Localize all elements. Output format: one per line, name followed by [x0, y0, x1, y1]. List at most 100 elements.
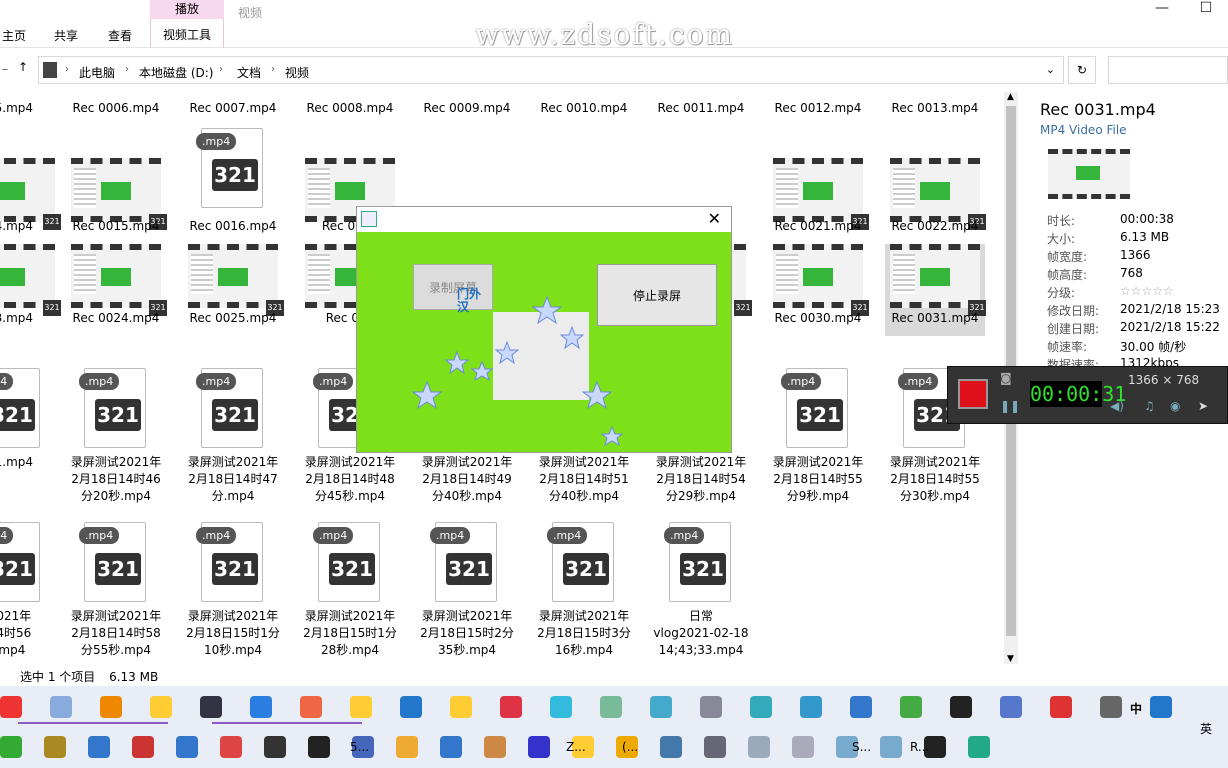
- ime-indicator[interactable]: 英: [1200, 720, 1212, 737]
- file-item[interactable]: 32123.mp4: [0, 244, 61, 336]
- taskbar-app-icon[interactable]: [350, 696, 372, 718]
- taskbar-app-icon[interactable]: [100, 696, 122, 718]
- tab-view[interactable]: 查看: [108, 27, 132, 44]
- taskbar-window-icon[interactable]: [440, 736, 462, 758]
- file-item[interactable]: .mp4 321 录屏测试2021年 2月18日15时1分 10秒.mp4: [183, 518, 283, 658]
- taskbar-window-label[interactable]: 5...: [350, 740, 369, 754]
- file-item[interactable]: Rec 0010.mp4: [534, 88, 634, 115]
- file-item[interactable]: Rec 0009.mp4: [417, 88, 517, 115]
- taskbar-window-label[interactable]: Z...: [566, 740, 586, 754]
- file-item[interactable]: Rec 0007.mp4: [183, 88, 283, 115]
- file-item[interactable]: 321 Rec 0021.mp4: [768, 124, 869, 236]
- file-item[interactable]: .mp4 321 日常 vlog2021-02-18 14;43;33.mp4: [651, 518, 751, 658]
- file-item[interactable]: .mp4 321 41.mp4: [0, 364, 60, 504]
- taskbar-app-icon[interactable]: [0, 696, 22, 718]
- taskbar-app-icon[interactable]: [850, 696, 872, 718]
- record-stop-button[interactable]: [958, 379, 988, 409]
- file-item[interactable]: Rec 0013.mp4: [885, 88, 985, 115]
- file-item[interactable]: .mp4 321 录屏测试2021年 2月18日15时2分 35秒.mp4: [417, 518, 517, 658]
- taskbar-window-icon[interactable]: [704, 736, 726, 758]
- file-item[interactable]: 321 Rec 0015.mp4: [66, 124, 167, 236]
- tab-video-tools[interactable]: 视频工具: [150, 19, 224, 48]
- taskbar-app-icon[interactable]: [500, 696, 522, 718]
- taskbar-app-icon[interactable]: [150, 696, 172, 718]
- webcam-icon[interactable]: ◉: [1170, 399, 1180, 413]
- taskbar-window-icon[interactable]: [396, 736, 418, 758]
- pause-icon[interactable]: ❚❚: [1000, 399, 1020, 413]
- up-icon[interactable]: ↑: [18, 60, 28, 74]
- tab-share[interactable]: 共享: [54, 27, 78, 44]
- property-value[interactable]: ☆☆☆☆☆: [1120, 284, 1174, 298]
- taskbar-app-icon[interactable]: [250, 696, 272, 718]
- taskbar-app-icon[interactable]: [1050, 696, 1072, 718]
- file-item[interactable]: 05.mp4: [0, 88, 60, 115]
- file-item[interactable]: 321 Rec 0031.mp4: [885, 244, 986, 336]
- scroll-up-icon[interactable]: ▲: [1007, 92, 1014, 102]
- file-item[interactable]: Rec 0012.mp4: [768, 88, 868, 115]
- minimize-icon[interactable]: —: [1140, 0, 1184, 16]
- taskbar-app-icon[interactable]: [600, 696, 622, 718]
- file-item[interactable]: 321 Rec 0025.mp4: [183, 244, 284, 336]
- close-icon[interactable]: ✕: [708, 209, 721, 228]
- taskbar-window-icon[interactable]: [44, 736, 66, 758]
- cursor-icon[interactable]: ➤: [1198, 399, 1208, 413]
- maximize-icon[interactable]: ☐: [1184, 0, 1228, 16]
- taskbar-app-icon[interactable]: [1150, 696, 1172, 718]
- crumb-drive-d[interactable]: 本地磁盘 (D:): [139, 64, 213, 81]
- taskbar-window-icon[interactable]: [308, 736, 330, 758]
- taskbar-window-icon[interactable]: [88, 736, 110, 758]
- file-item[interactable]: .mp4 321 Rec 0016.mp4: [183, 124, 283, 236]
- address-field[interactable]: › 此电脑 › 本地磁盘 (D:) › 文档 › 视频 ⌄: [38, 56, 1064, 84]
- language-indicator[interactable]: 中: [1130, 700, 1142, 717]
- crumb-documents[interactable]: 文档: [237, 64, 261, 81]
- file-item[interactable]: Rec 0011.mp4: [651, 88, 751, 115]
- taskbar-app-icon[interactable]: [650, 696, 672, 718]
- camera-icon[interactable]: ◙: [1000, 371, 1012, 385]
- crumb-this-pc[interactable]: 此电脑: [79, 64, 115, 81]
- tab-home[interactable]: 主页: [2, 27, 26, 44]
- file-item[interactable]: .mp4 321 录屏测试2021年 2月18日14时46 分20秒.mp4: [66, 364, 166, 504]
- scroll-down-icon[interactable]: ▼: [1007, 654, 1014, 664]
- taskbar-app-icon[interactable]: [300, 696, 322, 718]
- file-item[interactable]: .mp4 321 录屏测试2021年 2月18日14时47 分.mp4: [183, 364, 283, 504]
- taskbar-window-icon[interactable]: [132, 736, 154, 758]
- taskbar-app-icon[interactable]: [700, 696, 722, 718]
- refresh-icon[interactable]: ↻: [1068, 56, 1096, 84]
- taskbar-window-icon[interactable]: [484, 736, 506, 758]
- taskbar-app-icon[interactable]: [400, 696, 422, 718]
- taskbar-window-icon[interactable]: [660, 736, 682, 758]
- file-item[interactable]: Rec 0008.mp4: [300, 88, 400, 115]
- back-icon[interactable]: –: [2, 62, 8, 76]
- taskbar-window-icon[interactable]: [264, 736, 286, 758]
- taskbar-app-icon[interactable]: [550, 696, 572, 718]
- taskbar-window-icon[interactable]: [968, 736, 990, 758]
- file-item[interactable]: 321 Rec 0024.mp4: [66, 244, 167, 336]
- file-item[interactable]: .mp4 321 录屏测试2021年 2月18日15时1分 28秒.mp4: [300, 518, 400, 658]
- taskbar-window-icon[interactable]: [176, 736, 198, 758]
- file-item[interactable]: Rec 0006.mp4: [66, 88, 166, 115]
- file-item[interactable]: .mp4 321 2021年 14时56 .mp4: [0, 518, 60, 658]
- taskbar-window-label[interactable]: (...: [622, 740, 638, 754]
- taskbar-window-icon[interactable]: [792, 736, 814, 758]
- taskbar-window-icon[interactable]: [880, 736, 902, 758]
- taskbar-app-icon[interactable]: [1000, 696, 1022, 718]
- taskbar-window-label[interactable]: R...: [910, 740, 929, 754]
- speaker-icon[interactable]: ◀): [1110, 399, 1124, 413]
- taskbar-window-icon[interactable]: [528, 736, 550, 758]
- file-item[interactable]: .mp4 321 录屏测试2021年 2月18日15时3分 16秒.mp4: [534, 518, 634, 658]
- taskbar-app-icon[interactable]: [50, 696, 72, 718]
- taskbar-window-icon[interactable]: [220, 736, 242, 758]
- taskbar-window-icon[interactable]: [0, 736, 22, 758]
- taskbar-window-icon[interactable]: [748, 736, 770, 758]
- file-item[interactable]: .mp4 321 录屏测试2021年 2月18日14时55 分9秒.mp4: [768, 364, 868, 504]
- file-item[interactable]: .mp4 321 录屏测试2021年 2月18日14时58 分55秒.mp4: [66, 518, 166, 658]
- taskbar-app-icon[interactable]: [800, 696, 822, 718]
- taskbar-app-icon[interactable]: [750, 696, 772, 718]
- taskbar-app-icon[interactable]: [450, 696, 472, 718]
- crumb-videos[interactable]: 视频: [285, 64, 309, 81]
- file-item[interactable]: 321 Rec 0030.mp4: [768, 244, 869, 336]
- taskbar-app-icon[interactable]: [200, 696, 222, 718]
- taskbar-app-icon[interactable]: [950, 696, 972, 718]
- search-input[interactable]: [1108, 56, 1228, 84]
- taskbar-app-icon[interactable]: [1100, 696, 1122, 718]
